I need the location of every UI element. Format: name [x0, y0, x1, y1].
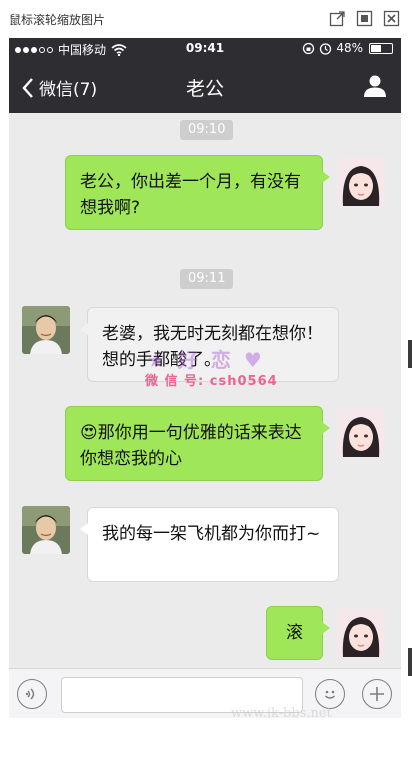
watermark-decoration: ★ 好 恋 ♥ — [147, 348, 265, 372]
message-text: 那你用一句优雅的话来表达你想恋我的心 — [80, 423, 302, 469]
battery-percent: 48% — [336, 41, 363, 55]
message-bubble[interactable]: 滚 — [266, 606, 330, 660]
smiley-icon — [325, 690, 335, 699]
voice-button[interactable] — [17, 679, 47, 709]
chat-header: 微信(7) 老公 — [9, 60, 401, 113]
open-external-icon[interactable] — [329, 10, 346, 27]
viewer-toolbar: 鼠标滚轮缩放图片 — [0, 0, 412, 38]
avatar[interactable] — [22, 506, 70, 554]
message-bubble[interactable]: 老公，你出差一个月，有没有想我啊? — [65, 155, 330, 230]
maximize-icon[interactable] — [356, 10, 373, 27]
rotation-lock-icon — [303, 42, 315, 54]
message-bubble[interactable]: 我的每一架飞机都为你而打~ — [80, 507, 339, 582]
avatar[interactable] — [22, 306, 70, 354]
edge-fragment — [408, 340, 412, 368]
timestamp: 09:11 — [180, 269, 234, 289]
alarm-icon — [320, 42, 332, 55]
avatar[interactable] — [337, 609, 385, 657]
status-bar: 中国移动 09:41 48% — [9, 38, 401, 60]
add-button[interactable] — [362, 679, 392, 709]
avatar[interactable] — [337, 409, 385, 457]
chat-title: 老公 — [185, 78, 224, 100]
message-bubble[interactable]: 😍那你用一句优雅的话来表达你想恋我的心 — [65, 406, 330, 481]
message-text: 滚 — [286, 623, 303, 643]
message-text: 老公，你出差一个月，有没有想我啊? — [80, 172, 301, 218]
input-bar — [9, 668, 401, 718]
person-icon — [364, 75, 386, 97]
emoji: 😍 — [80, 423, 98, 443]
avatar[interactable] — [337, 158, 385, 206]
timestamp: 09:10 — [180, 120, 234, 140]
emoji-button[interactable] — [315, 679, 345, 709]
edge-fragment — [408, 648, 412, 676]
viewer-title: 鼠标滚轮缩放图片 — [9, 13, 106, 27]
plus-icon — [370, 687, 384, 701]
battery-icon — [369, 42, 393, 54]
contact-info-button[interactable] — [363, 74, 387, 102]
voice-icon — [25, 688, 35, 700]
chat-screenshot: 中国移动 09:41 48% 微信(7) 老公 09:10 老公，你出差一个月，… — [9, 38, 401, 718]
watermark-text: 微 信 号: csh0564 — [145, 374, 278, 389]
message-text: 我的每一架飞机都为你而打~ — [102, 524, 321, 544]
watermark-url: www.jk-bbs.net — [231, 706, 332, 718]
close-icon[interactable] — [383, 10, 400, 27]
